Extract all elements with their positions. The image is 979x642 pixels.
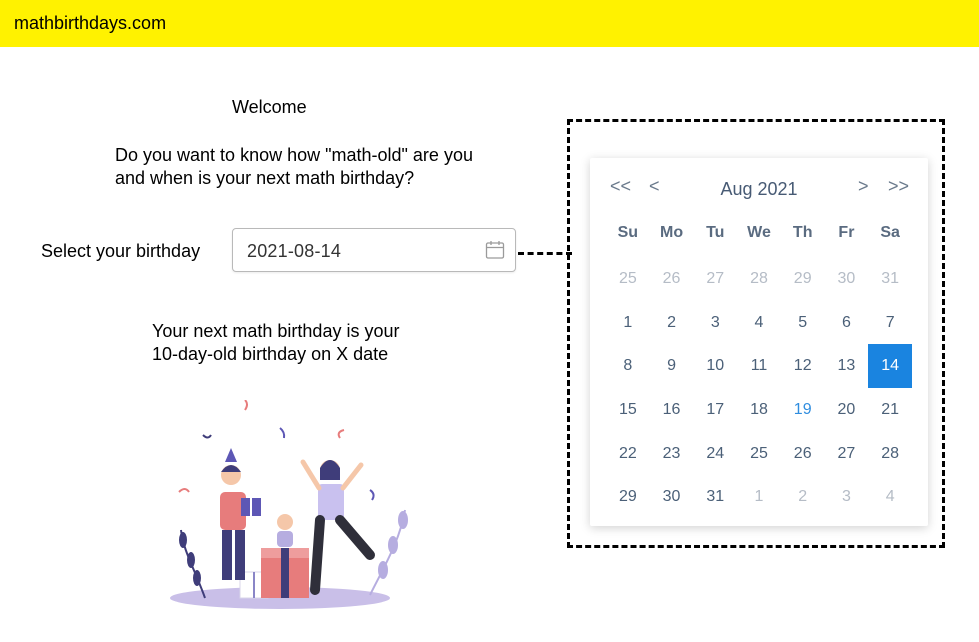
calendar-day[interactable]: 21: [868, 388, 912, 432]
calendar-weekday-header: Su Mo Tu We Th Fr Sa: [606, 224, 912, 242]
calendar-day[interactable]: 25: [606, 257, 650, 301]
birthday-celebration-illustration: [170, 400, 408, 609]
calendar-day[interactable]: 23: [650, 432, 694, 476]
weekday-label: Mo: [660, 224, 684, 241]
calendar-day[interactable]: 17: [693, 388, 737, 432]
calendar-day[interactable]: 29: [606, 475, 650, 519]
site-title[interactable]: mathbirthdays.com: [14, 13, 166, 34]
next-month-button[interactable]: >: [858, 176, 869, 197]
calendar-day[interactable]: 9: [650, 344, 694, 388]
calendar-day[interactable]: 3: [693, 301, 737, 345]
calendar-day[interactable]: 31: [693, 475, 737, 519]
calendar-day-selected[interactable]: 14: [868, 344, 912, 389]
calendar-day[interactable]: 5: [781, 301, 825, 345]
calendar-day[interactable]: 27: [825, 432, 869, 476]
calendar-day[interactable]: 1: [606, 301, 650, 345]
calendar-day[interactable]: 3: [825, 475, 869, 519]
calendar-day[interactable]: 20: [825, 388, 869, 432]
dashed-connector: [518, 252, 572, 255]
calendar-day[interactable]: 28: [737, 257, 781, 301]
calendar-day[interactable]: 30: [650, 475, 694, 519]
result-text: Your next math birthday is your 10-day-o…: [152, 320, 452, 366]
calendar-day[interactable]: 4: [737, 301, 781, 345]
date-picker-popup: << < Aug 2021 > >> Su Mo Tu We Th Fr Sa 25 26 27…: [590, 158, 928, 526]
weekday-label: We: [747, 224, 771, 241]
calendar-day[interactable]: 30: [825, 257, 869, 301]
calendar-day[interactable]: 24: [693, 432, 737, 476]
calendar-day-grid: 25 26 27 28 29 30 31 1 2 3 4 5 6 7 8 9 10 11 12 13 14 15 16 17 1…: [606, 257, 912, 519]
calendar-day[interactable]: 27: [693, 257, 737, 301]
welcome-heading: Welcome: [232, 97, 307, 117]
result-line-1: Your next math birthday is your: [152, 321, 400, 341]
calendar-day[interactable]: 11: [737, 344, 781, 388]
calendar-month-year[interactable]: Aug 2021: [590, 179, 928, 200]
calendar-day[interactable]: 25: [737, 432, 781, 476]
calendar-day[interactable]: 26: [781, 432, 825, 476]
intro-question-line-1: Do you want to know how "math-old" are y…: [115, 145, 473, 165]
weekday-label: Fr: [838, 224, 855, 241]
calendar-day[interactable]: 4: [868, 475, 912, 519]
calendar-day[interactable]: 1: [737, 475, 781, 519]
intro-question: Do you want to know how "math-old" are y…: [115, 144, 535, 190]
calendar-day[interactable]: 19: [781, 388, 825, 432]
calendar-day[interactable]: 2: [781, 475, 825, 519]
weekday-label: Su: [617, 224, 639, 241]
next-year-button[interactable]: >>: [888, 176, 909, 197]
calendar-icon[interactable]: [485, 240, 505, 260]
weekday-label: Th: [792, 224, 813, 241]
result-line-2: 10-day-old birthday on X date: [152, 344, 389, 364]
weekday-label: Sa: [880, 224, 900, 241]
calendar-day[interactable]: 28: [868, 432, 912, 476]
calendar-day[interactable]: 12: [781, 344, 825, 388]
calendar-day[interactable]: 29: [781, 257, 825, 301]
calendar-day[interactable]: 22: [606, 432, 650, 476]
calendar-day[interactable]: 6: [825, 301, 869, 345]
birthday-label: Select your birthday: [41, 241, 201, 261]
birthday-date-value: 2021-08-14: [247, 241, 342, 261]
intro-question-line-2: and when is your next math birthday?: [115, 168, 415, 188]
calendar-day[interactable]: 8: [606, 344, 650, 388]
birthday-date-input[interactable]: 2021-08-14: [232, 228, 516, 272]
site-header: mathbirthdays.com: [0, 0, 979, 47]
calendar-day[interactable]: 15: [606, 388, 650, 432]
weekday-label: Tu: [706, 224, 725, 241]
calendar-day[interactable]: 13: [825, 344, 869, 388]
calendar-day[interactable]: 31: [868, 257, 912, 301]
calendar-day[interactable]: 26: [650, 257, 694, 301]
calendar-day[interactable]: 10: [693, 344, 737, 388]
calendar-day[interactable]: 18: [737, 388, 781, 432]
calendar-day[interactable]: 2: [650, 301, 694, 345]
calendar-day[interactable]: 16: [650, 388, 694, 432]
calendar-day[interactable]: 7: [868, 301, 912, 345]
